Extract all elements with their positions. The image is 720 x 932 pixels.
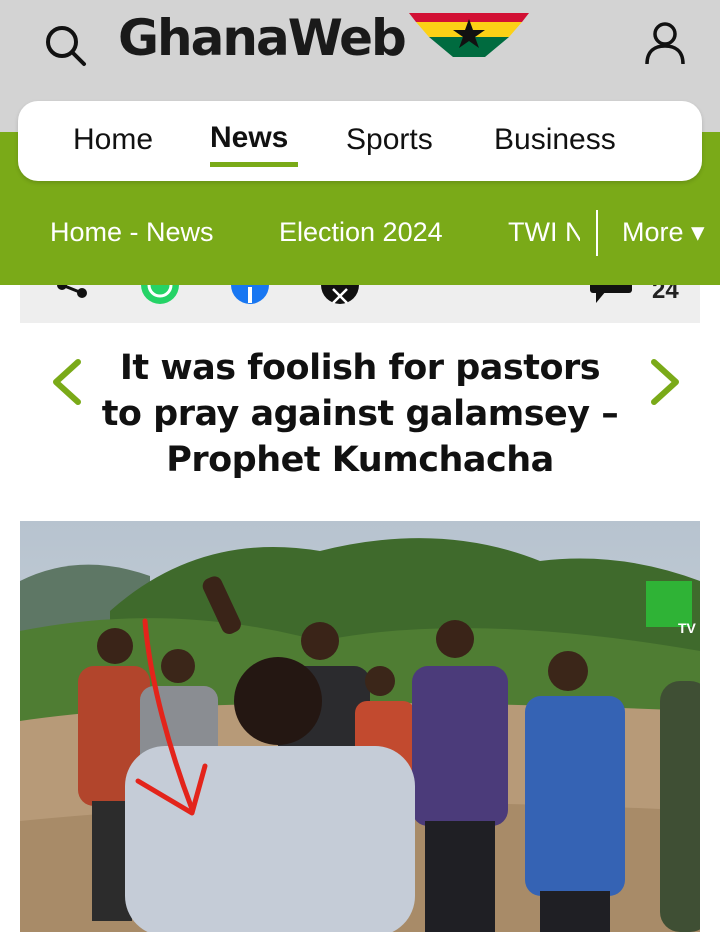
next-article-arrow-icon[interactable] [644, 358, 684, 406]
subnav-home-news[interactable]: Home - News [50, 217, 214, 248]
tv-watermark-label: TV [678, 620, 697, 636]
site-logo[interactable]: GhanaWeb [118, 6, 529, 70]
facebook-icon[interactable] [230, 285, 270, 305]
share-bar: 24 [20, 285, 700, 323]
article-image: TV [20, 521, 700, 932]
whatsapp-icon[interactable] [140, 285, 180, 305]
nav-home[interactable]: Home [73, 123, 153, 157]
account-button[interactable] [640, 18, 690, 68]
share-icon[interactable] [52, 285, 92, 305]
ghana-flag-icon [408, 13, 529, 57]
subnav-twi-news-clip: TWI NEWS [508, 217, 580, 251]
main-nav: Home News Sports Business [18, 101, 702, 181]
article-headline: It was foolish for pastors to pray again… [101, 348, 619, 480]
nav-sports[interactable]: Sports [346, 123, 433, 157]
x-icon[interactable] [320, 285, 360, 305]
article-photo-scene: TV [20, 521, 700, 932]
user-icon [645, 22, 685, 65]
subnav-more[interactable]: More ▾ [622, 217, 705, 248]
comment-count[interactable]: 24 [652, 285, 679, 305]
subnav-election-2024[interactable]: Election 2024 [279, 217, 443, 248]
previous-article-arrow-icon[interactable] [48, 358, 88, 406]
active-tab-indicator [210, 162, 298, 167]
search-button[interactable] [40, 20, 90, 70]
subnav-divider [596, 210, 598, 256]
comment-icon[interactable] [590, 285, 632, 305]
nav-news[interactable]: News [210, 121, 288, 155]
nav-business[interactable]: Business [494, 123, 616, 157]
logo-text: GhanaWeb [118, 9, 407, 67]
search-icon [46, 26, 86, 66]
subnav-twi-news[interactable]: TWI NEWS [508, 217, 580, 247]
